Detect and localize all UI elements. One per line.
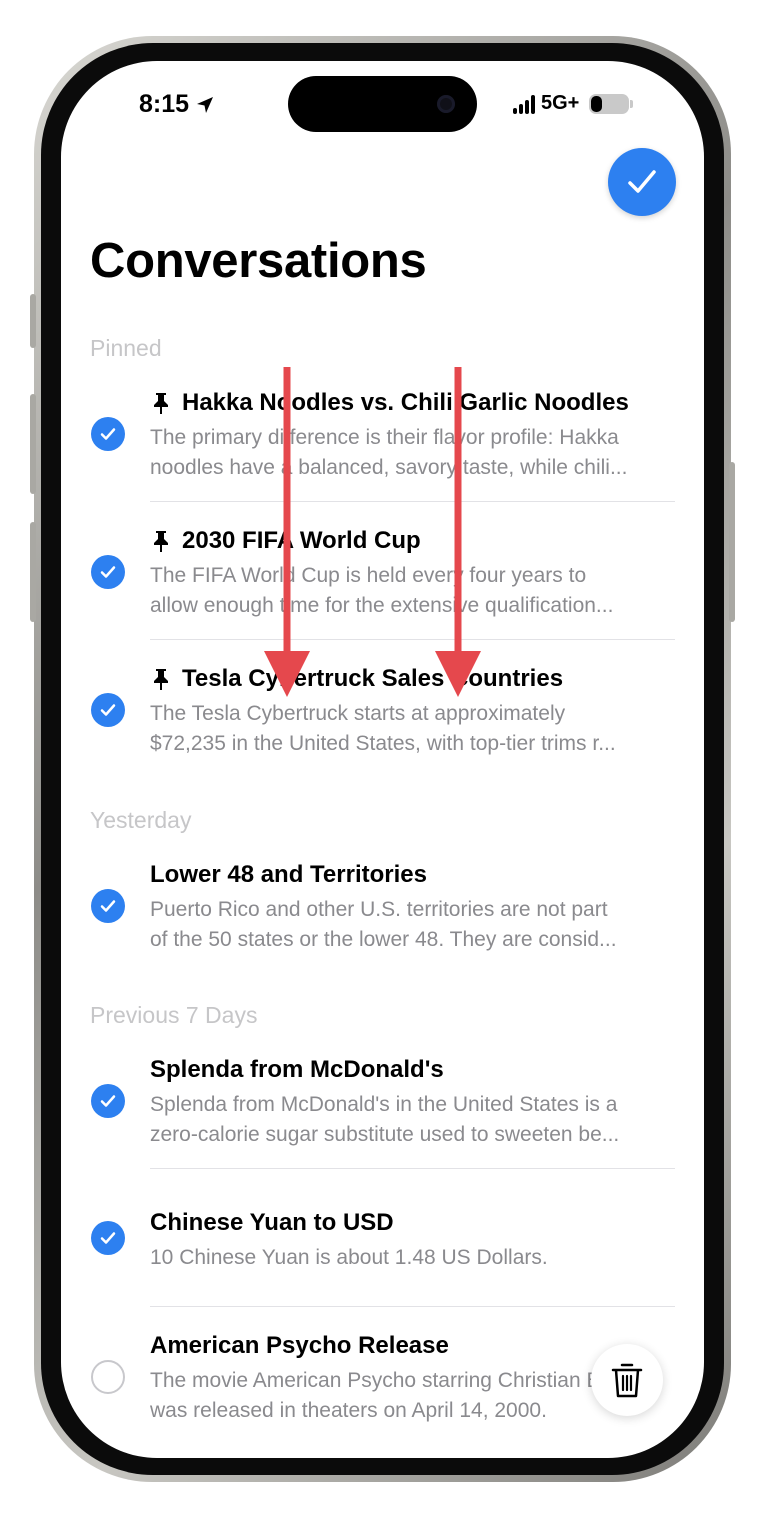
annotation-arrow-right (435, 367, 481, 697)
volume-down-button (30, 522, 36, 622)
screen: 8:15 5G+ Conversations Pinned Hakka Nood… (61, 61, 704, 1458)
power-button (729, 462, 735, 622)
action-button (30, 294, 36, 348)
annotation-overlay (264, 367, 481, 697)
annotation-arrow-left (264, 367, 310, 697)
volume-up-button (30, 394, 36, 494)
